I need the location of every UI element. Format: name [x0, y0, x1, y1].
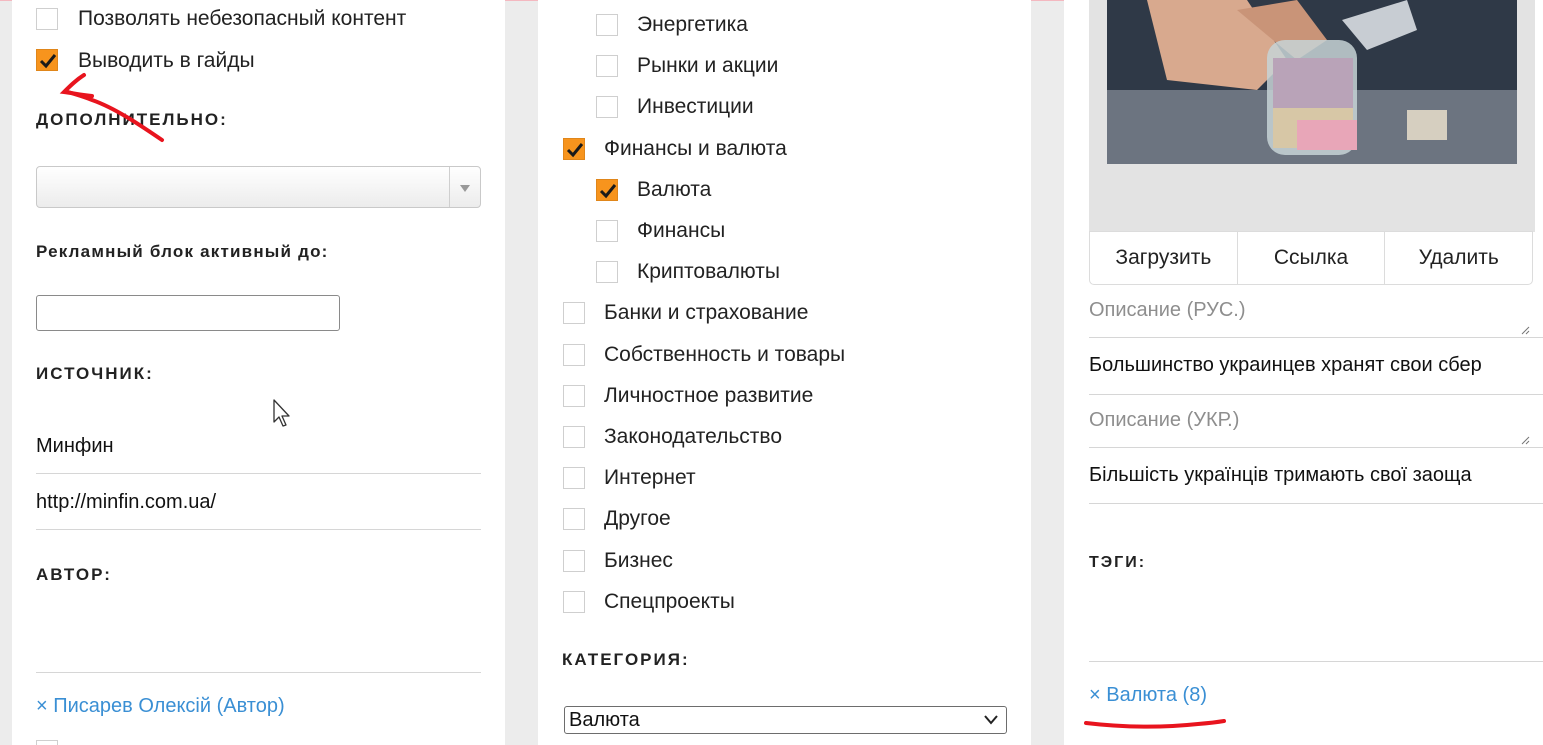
- rubric-checkbox[interactable]: [596, 179, 618, 201]
- rubric-label: Финансы и валюта: [604, 137, 787, 160]
- rubric-checkbox[interactable]: [596, 55, 618, 77]
- additional-heading: ДОПОЛНИТЕЛЬНО:: [36, 110, 228, 129]
- rubric-label: Криптовалюты: [637, 260, 780, 283]
- rubric-label: Собственность и товары: [604, 343, 846, 366]
- guides-label: Выводить в гайды: [78, 49, 255, 72]
- checkmark-icon: [39, 54, 57, 69]
- ad-block-date-input[interactable]: [36, 295, 340, 331]
- select-arrow-area: [449, 167, 480, 207]
- rubric-label: Банки и страхование: [604, 301, 809, 324]
- rubric-label: Инвестиции: [637, 95, 754, 118]
- divider: [1089, 503, 1543, 504]
- desc-ua-text[interactable]: Більшість українців тримають свої заоща: [1089, 464, 1543, 487]
- article-photo: [1107, 0, 1517, 164]
- rubric-checkbox[interactable]: [563, 591, 585, 613]
- chevron-down-icon: [984, 715, 998, 725]
- rubric-checkbox[interactable]: [563, 385, 585, 407]
- link-button[interactable]: Ссылка: [1236, 232, 1385, 284]
- divider: [1089, 447, 1543, 448]
- rubric-checkbox[interactable]: [563, 344, 585, 366]
- image-actions: Загрузить Ссылка Удалить: [1089, 231, 1533, 285]
- divider: [36, 473, 481, 474]
- rubric-checkbox[interactable]: [563, 138, 585, 160]
- desc-ru-field[interactable]: Описание (РУС.): [1089, 299, 1246, 322]
- rubric-checkbox[interactable]: [596, 220, 618, 242]
- rubric-label: Энергетика: [637, 13, 748, 36]
- rubric-label: Личностное развитие: [604, 384, 814, 407]
- tags-heading: ТЭГИ:: [1089, 554, 1147, 571]
- rubric-label: Финансы: [637, 219, 726, 242]
- rubric-label: Другое: [604, 507, 671, 530]
- mouse-pointer-icon: [273, 399, 290, 427]
- ad-block-heading: Рекламный блок активный до:: [36, 242, 329, 261]
- author-heading: АВТОР:: [36, 565, 112, 584]
- partial-checkbox[interactable]: [36, 740, 58, 745]
- tag-valuta[interactable]: × Валюта (8): [1089, 684, 1207, 707]
- desc-ru-text[interactable]: Большинство украинцев хранят свои сбер: [1089, 354, 1543, 377]
- category-select[interactable]: Валюта: [564, 706, 1007, 734]
- photo-illustration: [1107, 0, 1517, 164]
- rubric-checkbox[interactable]: [596, 261, 618, 283]
- unsafe-content-label: Позволять небезопасный контент: [78, 7, 407, 30]
- source-heading: ИСТОЧНИК:: [36, 364, 154, 383]
- resize-handle-icon[interactable]: [1520, 325, 1530, 335]
- rubric-checkbox[interactable]: [563, 302, 585, 324]
- left-panel: Позволять небезопасный контент Выводить …: [12, 0, 505, 745]
- rubric-checkbox[interactable]: [596, 14, 618, 36]
- rubric-label: Спецпроекты: [604, 590, 735, 613]
- unsafe-content-checkbox[interactable]: [36, 8, 58, 30]
- divider: [36, 529, 481, 530]
- image-area: [1089, 0, 1535, 232]
- rubric-checkbox[interactable]: [596, 96, 618, 118]
- divider: [1089, 394, 1543, 395]
- author-tag[interactable]: × Писарев Олексій (Автор): [36, 695, 285, 718]
- rubric-label: Законодательство: [604, 425, 783, 448]
- delete-button[interactable]: Удалить: [1384, 232, 1532, 284]
- rubric-checkbox[interactable]: [563, 467, 585, 489]
- divider: [1089, 661, 1543, 662]
- middle-panel: Энергетика Рынки и акции Инвестиции Финансы…: [538, 0, 1031, 745]
- category-heading: КАТЕГОРИЯ:: [562, 650, 690, 669]
- rubric-label: Интернет: [604, 466, 696, 489]
- guides-checkbox[interactable]: [36, 49, 58, 71]
- divider: [36, 672, 481, 673]
- checkmark-icon: [566, 143, 584, 158]
- right-panel: Загрузить Ссылка Удалить Описание (РУС.)…: [1064, 0, 1543, 745]
- rubric-checkbox[interactable]: [563, 550, 585, 572]
- source-url[interactable]: http://minfin.com.ua/: [36, 491, 216, 514]
- upload-button[interactable]: Загрузить: [1090, 232, 1237, 284]
- resize-handle-icon[interactable]: [1520, 435, 1530, 445]
- dropdown-arrow-icon: [460, 185, 470, 192]
- rubric-label: Валюта: [637, 178, 712, 201]
- divider: [1089, 337, 1543, 338]
- checkmark-icon: [599, 184, 617, 199]
- source-name[interactable]: Минфин: [36, 435, 114, 458]
- additional-select[interactable]: [36, 166, 481, 208]
- rubric-label: Рынки и акции: [637, 54, 779, 77]
- rubric-checkbox[interactable]: [563, 508, 585, 530]
- desc-ua-field[interactable]: Описание (УКР.): [1089, 409, 1239, 432]
- category-select-value: Валюта: [569, 709, 640, 731]
- rubric-checkbox[interactable]: [563, 426, 585, 448]
- rubric-label: Бизнес: [604, 549, 673, 572]
